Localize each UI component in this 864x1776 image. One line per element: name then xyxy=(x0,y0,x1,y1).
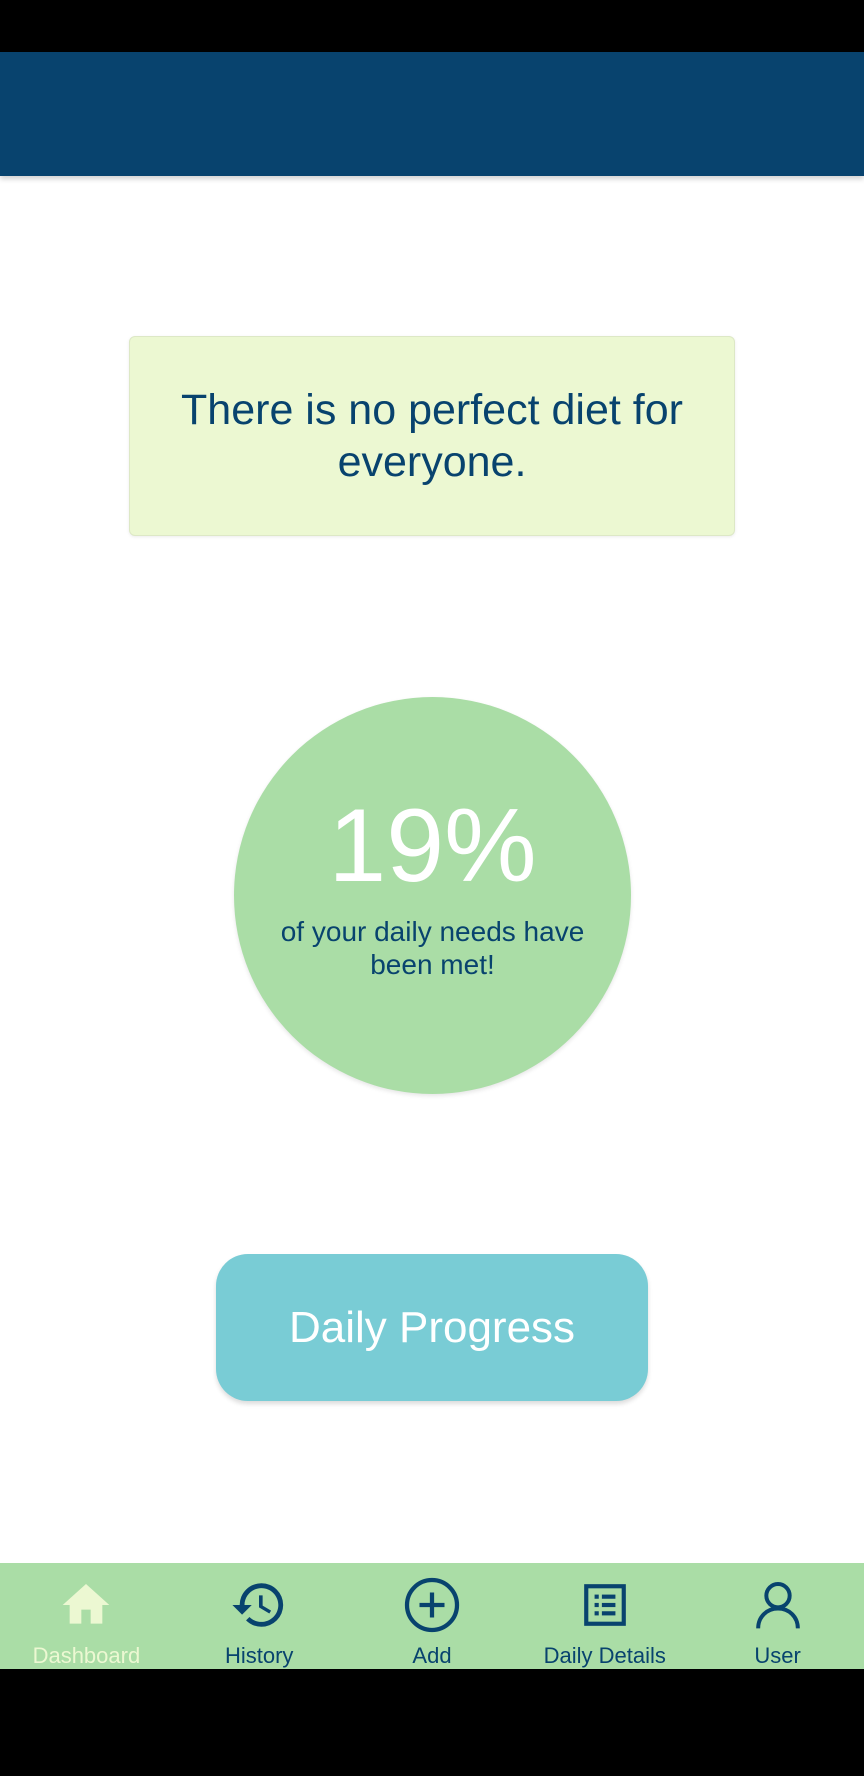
status-bar xyxy=(0,0,864,52)
nav-item-add[interactable]: Add xyxy=(346,1563,519,1669)
add-circle-icon xyxy=(400,1573,464,1637)
nav-item-dashboard[interactable]: Dashboard xyxy=(0,1563,173,1669)
quote-text: There is no perfect diet for everyone. xyxy=(181,386,683,486)
nav-item-user[interactable]: User xyxy=(691,1563,864,1669)
progress-percent: 19% xyxy=(328,787,537,904)
list-icon xyxy=(573,1573,637,1637)
quote-card: There is no perfect diet for everyone. xyxy=(129,336,735,536)
nav-label-user: User xyxy=(754,1643,801,1668)
nav-label-add: Add xyxy=(412,1643,452,1668)
bottom-navigation: Dashboard History Add Daily Details User xyxy=(0,1563,864,1669)
nav-label-daily-details: Daily Details xyxy=(543,1643,666,1668)
progress-circle: 19% of your daily needs have been met! xyxy=(234,697,631,1094)
history-icon xyxy=(227,1573,291,1637)
home-icon xyxy=(54,1573,118,1637)
user-icon xyxy=(746,1573,810,1637)
nav-label-dashboard: Dashboard xyxy=(32,1643,141,1668)
progress-caption: of your daily needs have been met! xyxy=(280,915,585,980)
app-bar xyxy=(0,52,864,176)
nav-item-daily-details[interactable]: Daily Details xyxy=(518,1563,691,1669)
nav-label-history: History xyxy=(224,1643,294,1668)
app-screen: There is no perfect diet for everyone. 1… xyxy=(0,52,864,1669)
system-navigation-bar xyxy=(0,1669,864,1776)
daily-progress-button[interactable]: Daily Progress xyxy=(216,1254,648,1401)
nav-item-history[interactable]: History xyxy=(173,1563,346,1669)
